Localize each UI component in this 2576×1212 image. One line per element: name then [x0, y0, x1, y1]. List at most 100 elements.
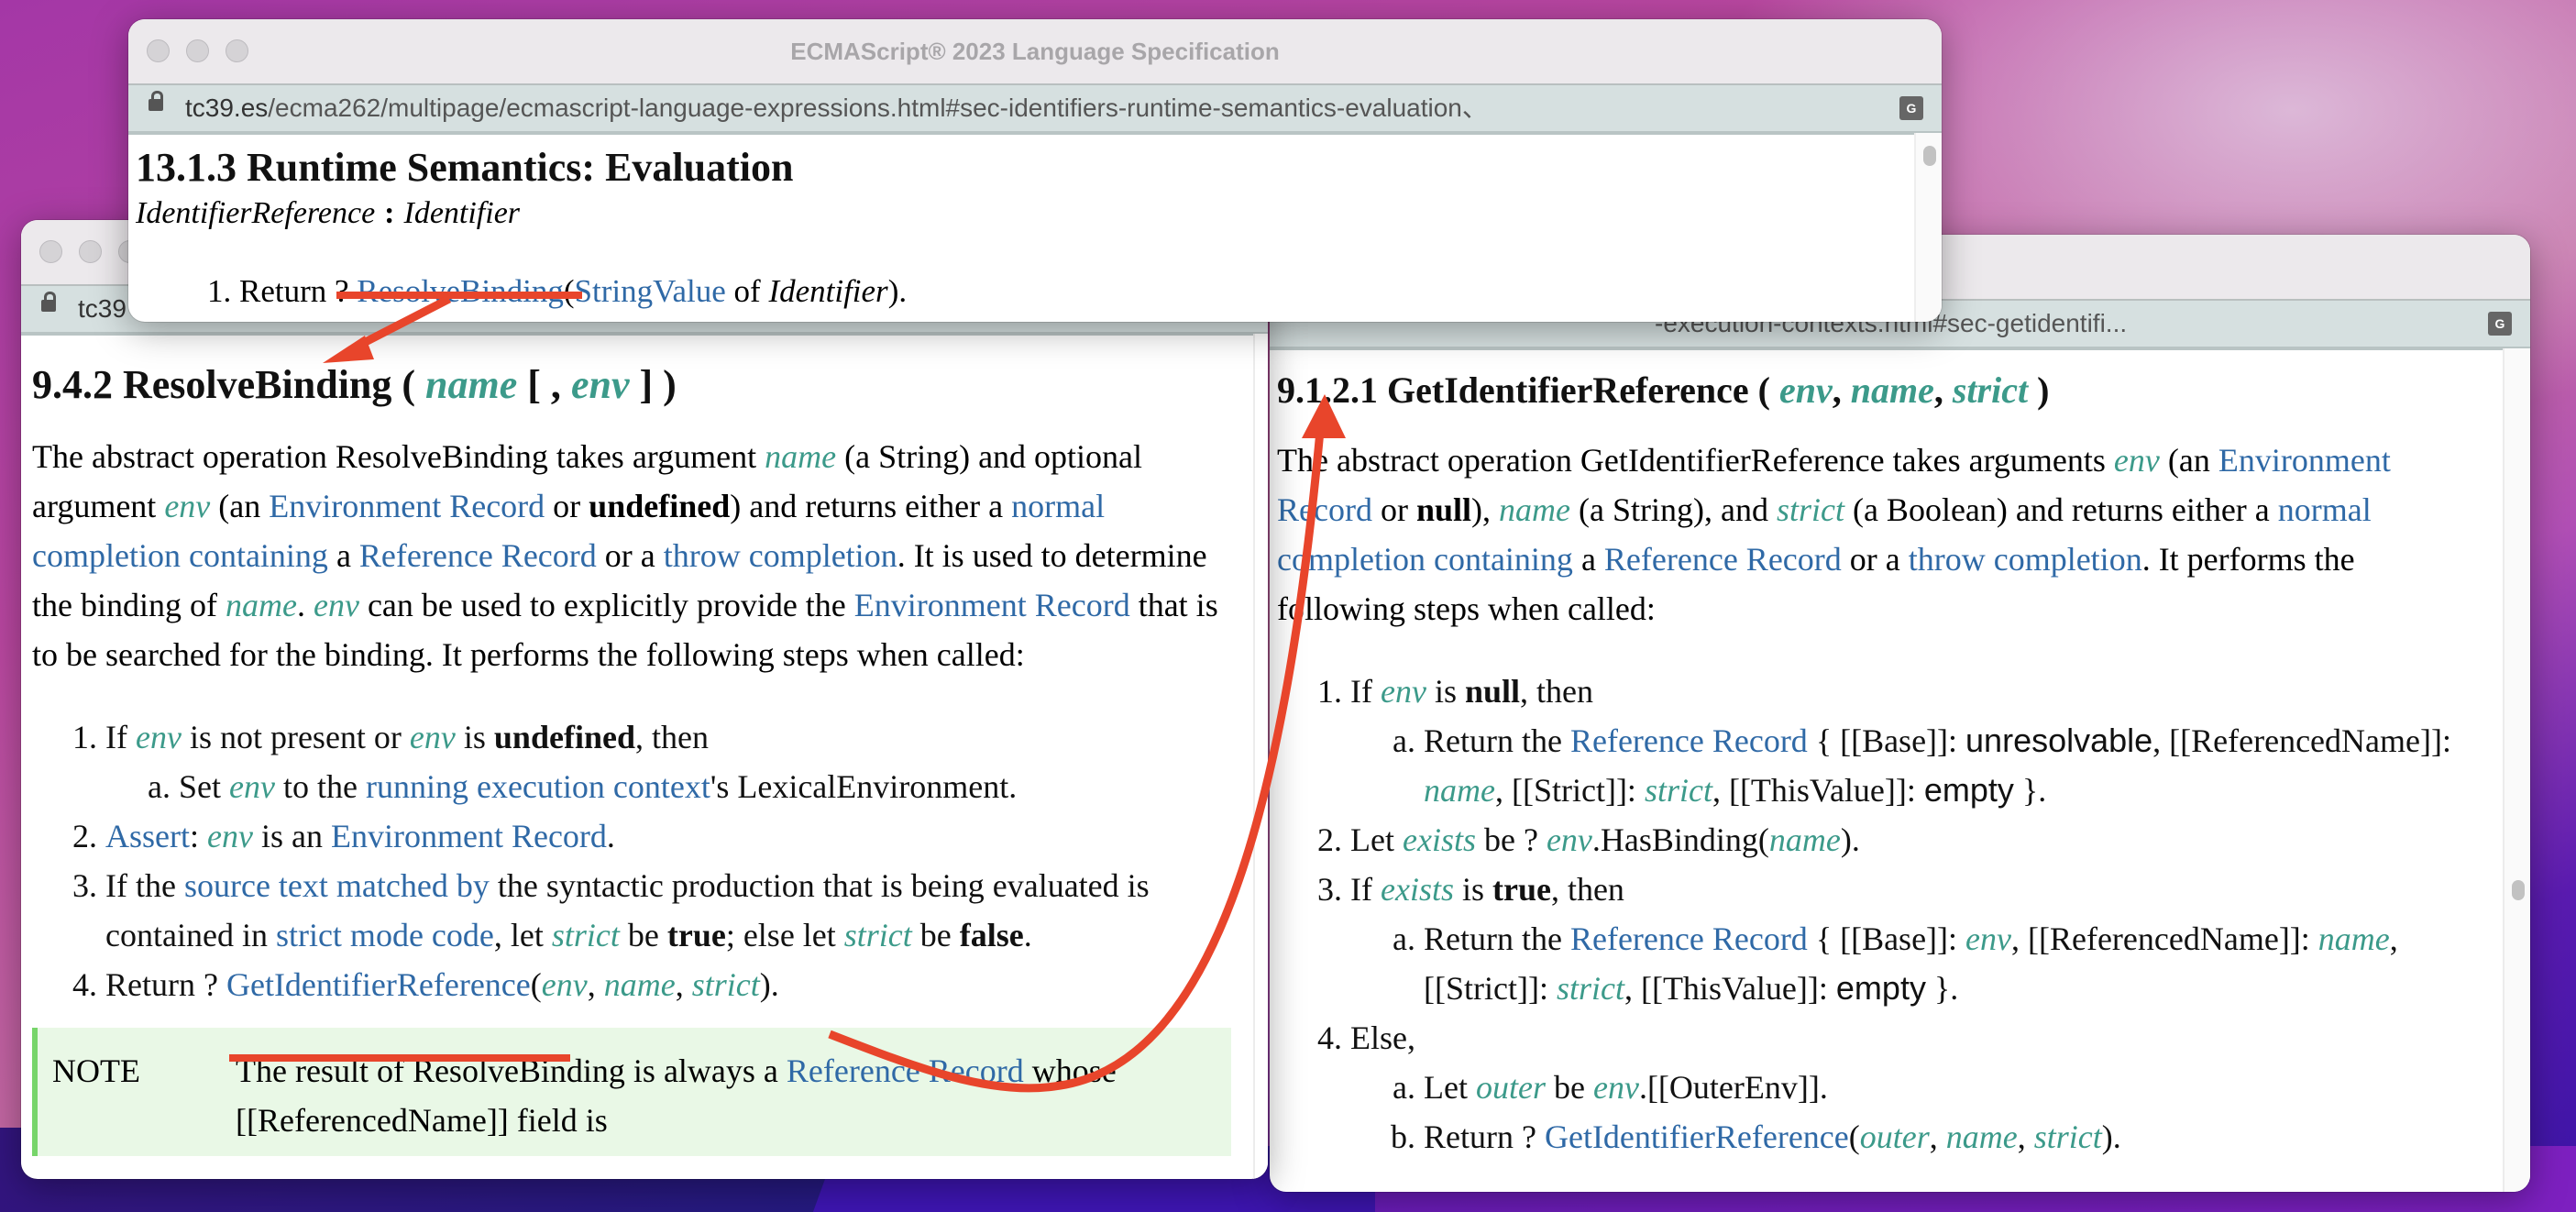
text-run: , [[Strict]]: — [1494, 772, 1645, 809]
translate-icon[interactable]: G — [1899, 96, 1923, 120]
close-button[interactable] — [39, 240, 62, 263]
algorithm-step: Return the Reference Record { [[Base]]: … — [1424, 914, 2475, 1013]
text-run: , [[ThisValue]]: — [1712, 772, 1924, 809]
url-text[interactable]: tc39 — [78, 286, 127, 332]
text-run: .HasBinding( — [1591, 821, 1769, 858]
algorithm-step: Assert: env is an Environment Record. — [105, 811, 1231, 861]
spec-link[interactable]: Reference Record — [787, 1052, 1024, 1089]
text-run: , then — [1520, 673, 1593, 710]
text-run: be — [911, 917, 960, 953]
text-run: ). — [2101, 1118, 2121, 1155]
spec-link[interactable]: Reference Record — [1604, 541, 1842, 578]
url-text[interactable]: tc39.es/ecma262/multipage/ecmascript-lan… — [185, 85, 1488, 131]
variable: env — [409, 719, 456, 755]
algorithm-step: If exists is true, then Return the Refere… — [1350, 865, 2475, 1013]
note-label: NOTE — [52, 1052, 140, 1089]
text-run: If — [1350, 871, 1381, 908]
browser-window-runtime-semantics[interactable]: ECMAScript® 2023 Language Specification … — [128, 19, 1942, 322]
scroll-thumb[interactable] — [2512, 880, 2525, 900]
text-run: (a String), and — [1570, 491, 1777, 528]
spec-link[interactable]: throw completion — [1909, 541, 2142, 578]
text-run: (an — [210, 488, 270, 524]
text-run: can be used to explicitly provide the — [358, 587, 854, 623]
variable: exists — [1402, 821, 1476, 858]
variable: name — [765, 438, 837, 475]
translate-icon[interactable]: G — [2488, 312, 2512, 336]
variable: env — [1546, 821, 1592, 858]
sub-steps: Return the Reference Record { [[Base]]: … — [1350, 716, 2475, 815]
algorithm-step: Set env to the running execution context… — [179, 762, 1231, 811]
text-run: be — [1545, 1069, 1593, 1106]
resolve-binding-link[interactable]: ResolveBinding — [357, 273, 564, 309]
text-run: , [[ReferencedName]]: — [2011, 920, 2318, 957]
algorithm-step: Return the Reference Record { [[Base]]: … — [1424, 716, 2475, 815]
variable: env — [1380, 673, 1426, 710]
spec-link[interactable]: Reference Record — [1570, 722, 1808, 759]
spec-link[interactable]: Environment Record — [269, 488, 545, 524]
variable: strict — [1644, 772, 1712, 809]
scrollbar[interactable] — [1914, 133, 1942, 322]
window-controls[interactable] — [39, 240, 141, 263]
variable: env — [1592, 1069, 1639, 1106]
variable: env — [1965, 920, 2011, 957]
scrollbar[interactable] — [1253, 334, 1268, 1179]
variable: env — [541, 966, 588, 1003]
spec-link[interactable]: strict mode code — [276, 917, 494, 953]
text-run: or a — [1841, 541, 1909, 578]
spec-link[interactable]: Environment Record — [854, 587, 1130, 623]
spec-value: empty — [1835, 969, 1926, 1007]
variable: env — [313, 587, 359, 623]
text-run: or a — [596, 537, 664, 574]
spec-link[interactable]: running execution context — [366, 768, 710, 805]
variable: name — [603, 966, 676, 1003]
text-run: . — [606, 818, 615, 854]
text-run: is not present or — [181, 719, 410, 755]
section-heading: 9.4.2 ResolveBinding ( name [ , env ] ) — [32, 362, 677, 407]
text-run: , [[ReferencedName]]: — [2152, 722, 2451, 759]
browser-window-get-identifier-reference[interactable]: uage Specification -execution-contexts.h… — [1270, 235, 2530, 1192]
text-run: }. — [2013, 772, 2047, 809]
spec-link[interactable]: Assert — [105, 818, 190, 854]
sub-steps: Let outer be env.[[OuterEnv]].Return ? G… — [1350, 1063, 2475, 1162]
text-run: , let — [493, 917, 552, 953]
variable: name — [1424, 772, 1495, 809]
scroll-thumb[interactable] — [1923, 146, 1936, 166]
scrollbar[interactable] — [2503, 348, 2530, 1192]
text-run: to the — [274, 768, 366, 805]
text-run: ) and returns either a — [730, 488, 1012, 524]
text-run: .[[OuterEnv]]. — [1638, 1069, 1828, 1106]
spec-value: unresolvable — [1965, 722, 2153, 759]
text-run: ). — [759, 966, 779, 1003]
algorithm-step: Else, Let outer be env.[[OuterEnv]].Retur… — [1350, 1013, 2475, 1162]
text-run: is — [1426, 673, 1465, 710]
section-heading: 9.1.2.1 GetIdentifierReference ( env, na… — [1277, 369, 2050, 411]
text-run: , — [1929, 1118, 1946, 1155]
variable: name — [1499, 491, 1570, 528]
text-run: ( — [1848, 1118, 1860, 1155]
browser-window-resolve-binding[interactable]: tc39 9.4.2 ResolveBinding ( name [ , env… — [21, 220, 1268, 1179]
spec-link[interactable]: Reference Record — [359, 537, 597, 574]
description-paragraph: The abstract operation ResolveBinding ta… — [32, 432, 1231, 679]
algorithm-step: Let exists be ? env.HasBinding(name). — [1350, 815, 2475, 865]
title-bar[interactable]: ECMAScript® 2023 Language Specification — [128, 19, 1942, 85]
text-run: . — [296, 587, 314, 623]
spec-content: 9.1.2.1 GetIdentifierReference ( env, na… — [1270, 348, 2530, 1192]
text-run: Else, — [1350, 1019, 1415, 1056]
spec-link[interactable]: Environment Record — [331, 818, 607, 854]
variable: strict — [2033, 1118, 2102, 1155]
string-value-link[interactable]: StringValue — [575, 273, 726, 309]
spec-link[interactable]: GetIdentifierReference — [226, 966, 531, 1003]
spec-link[interactable]: Reference Record — [1570, 920, 1808, 957]
address-bar[interactable]: tc39.es/ecma262/multipage/ecmascript-lan… — [128, 85, 1942, 135]
text-run: (an — [2159, 442, 2218, 479]
text-run: , then — [1550, 871, 1624, 908]
spec-link[interactable]: source text matched by — [184, 867, 490, 904]
text-run: , — [587, 966, 604, 1003]
spec-link[interactable]: throw completion — [664, 537, 897, 574]
minimize-button[interactable] — [79, 240, 102, 263]
variable: env — [2113, 442, 2160, 479]
note-box: NOTE The result of ResolveBinding is alw… — [32, 1028, 1231, 1156]
text-run: , [[ThisValue]]: — [1624, 970, 1836, 1007]
spec-link[interactable]: GetIdentifierReference — [1545, 1118, 1849, 1155]
variable: env — [207, 818, 253, 854]
